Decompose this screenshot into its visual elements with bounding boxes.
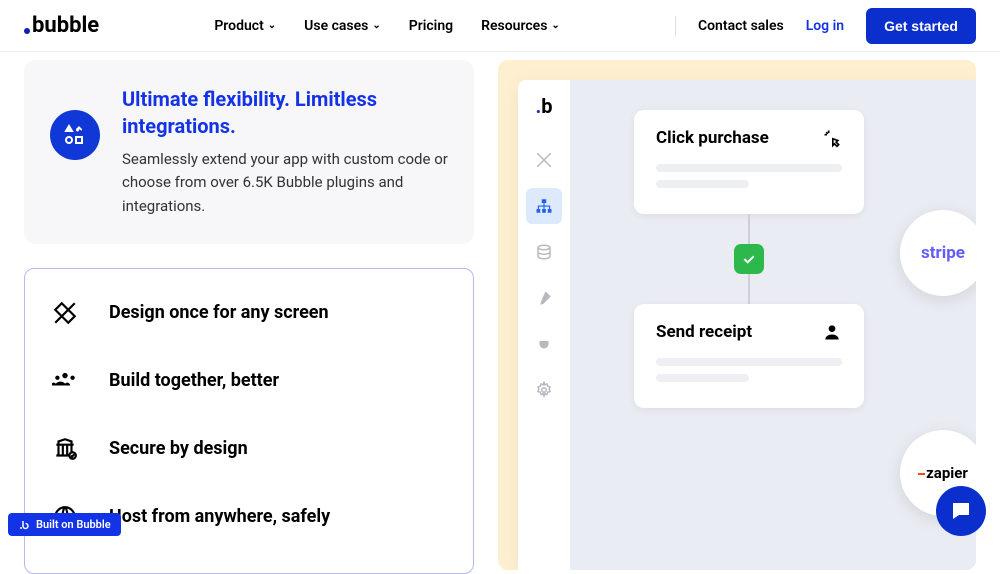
- built-badge-label: Built on Bubble: [36, 518, 111, 531]
- nav-pricing[interactable]: Pricing: [409, 18, 453, 34]
- secure-icon: [51, 435, 79, 463]
- divider: [675, 16, 676, 36]
- click-icon: [822, 128, 842, 148]
- chat-icon: [949, 499, 973, 523]
- built-on-bubble-badge[interactable]: Built on Bubble: [8, 513, 121, 536]
- app-window: .b Click purchase: [518, 80, 976, 570]
- logo-dot-icon: [24, 28, 30, 34]
- sidebar-styles-icon[interactable]: [526, 280, 562, 316]
- nav-use-cases[interactable]: Use cases⌄: [304, 18, 381, 34]
- feature-item-label: Build together, better: [109, 370, 279, 391]
- nav-product[interactable]: Product⌄: [214, 18, 276, 34]
- workflow-title: Click purchase: [656, 128, 769, 148]
- workflow-title: Send receipt: [656, 322, 752, 342]
- bubble-small-icon: [18, 519, 30, 531]
- logo[interactable]: bubble: [24, 13, 99, 38]
- chevron-down-icon: ⌄: [372, 20, 380, 31]
- placeholder-line: [656, 374, 749, 382]
- illustration-panel: .b Click purchase: [498, 60, 976, 570]
- feature-item-design[interactable]: Design once for any screen: [51, 291, 447, 347]
- connector-line: [748, 214, 750, 244]
- stripe-badge: stripe: [900, 210, 976, 296]
- login-link[interactable]: Log in: [806, 18, 844, 34]
- chat-fab-button[interactable]: [936, 486, 986, 536]
- workflow-card-receipt[interactable]: Send receipt: [634, 304, 864, 408]
- sidebar-data-icon[interactable]: [526, 234, 562, 270]
- workflow-card-purchase[interactable]: Click purchase: [634, 110, 864, 214]
- feature-item-label: Design once for any screen: [109, 302, 329, 323]
- sidebar-workflow-icon[interactable]: [526, 188, 562, 224]
- connector-line: [748, 274, 750, 304]
- placeholder-line: [656, 358, 842, 366]
- feature-body: Seamlessly extend your app with custom c…: [122, 148, 448, 218]
- sidebar-plugins-icon[interactable]: [526, 326, 562, 362]
- stripe-logo-text: stripe: [921, 243, 965, 263]
- chevron-down-icon: ⌄: [551, 20, 559, 31]
- logo-text: bubble: [32, 13, 99, 38]
- nav-center: Product⌄ Use cases⌄ Pricing Resources⌄: [214, 18, 559, 34]
- shapes-icon: [50, 110, 100, 160]
- chevron-down-icon: ⌄: [268, 20, 276, 31]
- placeholder-line: [656, 164, 842, 172]
- nav-resources[interactable]: Resources⌄: [481, 18, 560, 34]
- placeholder-line: [656, 180, 749, 188]
- check-badge-icon: [734, 244, 764, 274]
- editor-logo: .b: [535, 94, 552, 118]
- feature-item-label: Secure by design: [109, 438, 248, 459]
- feature-item-label: Host from anywhere, safely: [109, 506, 330, 527]
- user-icon: [822, 322, 842, 342]
- feature-item-secure[interactable]: Secure by design: [51, 415, 447, 483]
- sidebar-settings-icon[interactable]: [526, 372, 562, 408]
- zapier-logo-text: zapier: [918, 464, 968, 482]
- sidebar-design-icon[interactable]: [526, 142, 562, 178]
- design-icon: [51, 299, 79, 327]
- nav-right: Contact sales Log in Get started: [675, 8, 976, 44]
- team-icon: [51, 367, 79, 395]
- editor-sidebar: .b: [518, 80, 570, 570]
- contact-sales-link[interactable]: Contact sales: [698, 18, 784, 34]
- feature-item-team[interactable]: Build together, better: [51, 347, 447, 415]
- workflow-canvas: Click purchase: [570, 80, 976, 570]
- get-started-button[interactable]: Get started: [866, 8, 976, 44]
- feature-card-flexibility: Ultimate flexibility. Limitless integrat…: [24, 60, 474, 244]
- top-nav: bubble Product⌄ Use cases⌄ Pricing Resou…: [0, 0, 1000, 52]
- feature-title: Ultimate flexibility. Limitless integrat…: [122, 86, 448, 140]
